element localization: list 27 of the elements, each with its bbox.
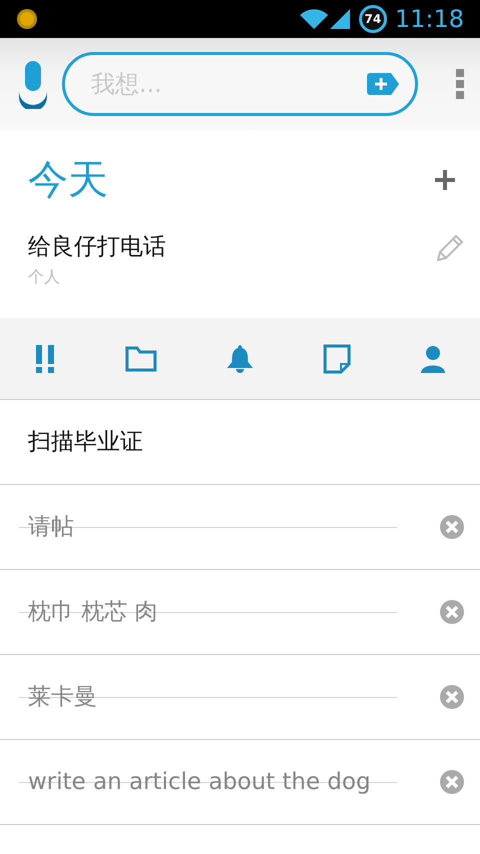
bell-icon[interactable] [226, 344, 254, 374]
note-icon[interactable] [322, 344, 351, 374]
task-title[interactable]: 扫描毕业证 [28, 424, 143, 460]
add-tag-icon[interactable] [367, 73, 399, 95]
task-category: 个人 [28, 266, 61, 288]
task-title[interactable]: 请帖 [28, 510, 74, 544]
remove-icon[interactable] [440, 515, 464, 539]
folder-icon[interactable] [125, 346, 158, 372]
microphone-icon[interactable] [16, 59, 50, 109]
overflow-menu-icon[interactable] [456, 69, 464, 99]
remove-icon[interactable] [440, 685, 464, 709]
section-title: 今天 [27, 160, 108, 200]
add-icon[interactable] [434, 169, 456, 191]
remove-icon[interactable] [440, 600, 464, 624]
edit-icon[interactable] [436, 234, 464, 262]
wifi-icon [298, 8, 329, 30]
remove-icon[interactable] [440, 770, 464, 794]
signal-icon [328, 8, 351, 30]
priority-icon[interactable] [34, 344, 56, 372]
task-title[interactable]: write an article about the dog [28, 764, 371, 800]
brightness-icon [16, 8, 38, 30]
clock: 11:18 [394, 4, 464, 35]
task-title[interactable]: 给良仔打电话 [28, 230, 166, 264]
task-title[interactable]: 枕巾 枕芯 肉 [28, 594, 158, 630]
contact-icon[interactable] [420, 344, 446, 372]
task-title[interactable]: 莱卡曼 [28, 680, 97, 714]
battery-level: 74 [364, 11, 382, 28]
